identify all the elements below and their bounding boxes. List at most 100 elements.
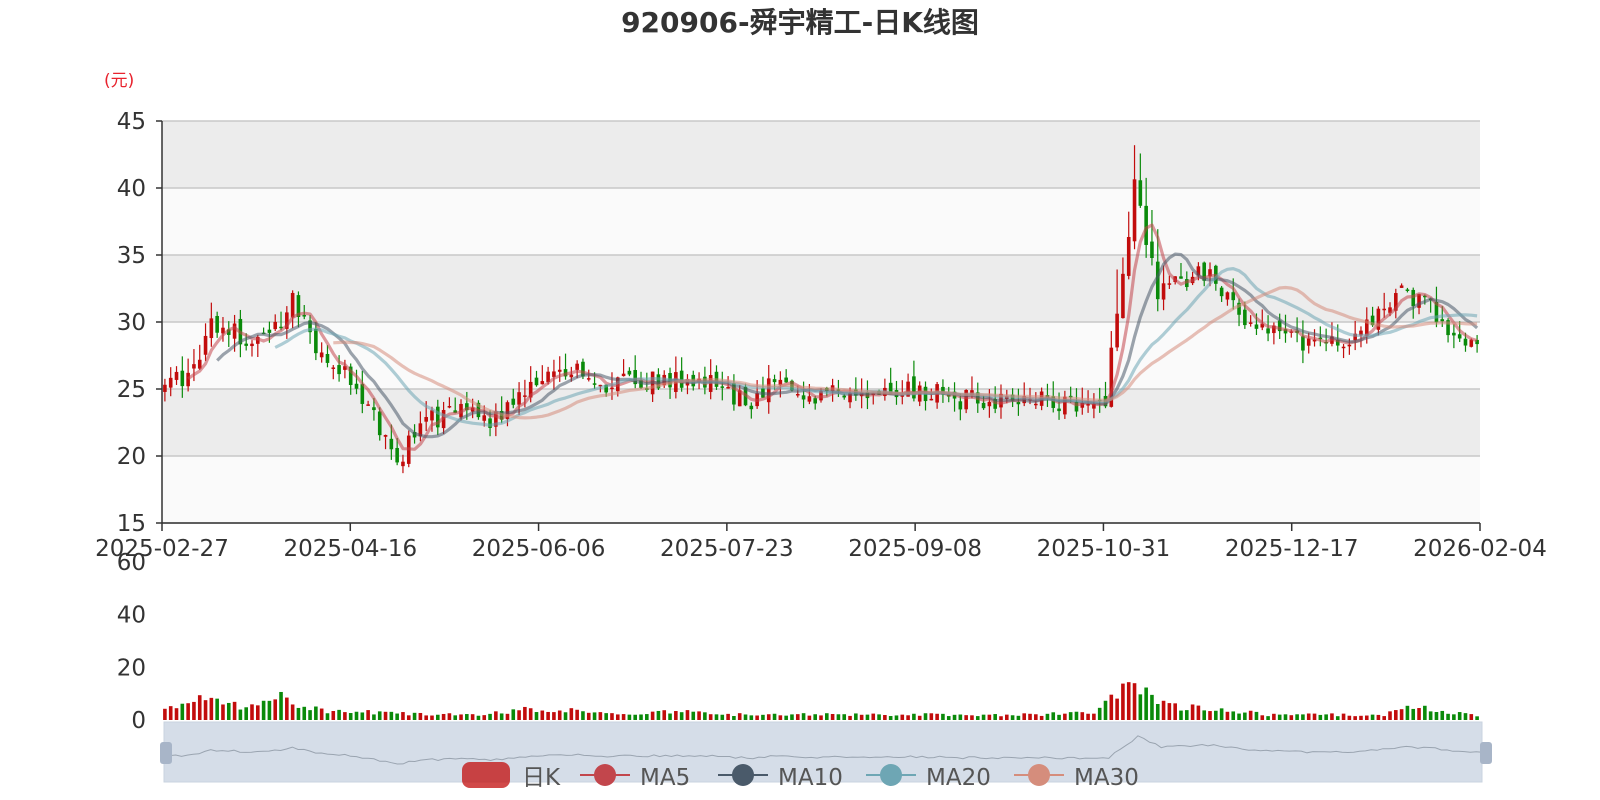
candle-body (319, 352, 324, 358)
volume-bar (1423, 705, 1427, 720)
volume-bar (465, 714, 469, 720)
volume-bar (749, 715, 754, 720)
candle-body (1132, 179, 1137, 242)
candle-body (772, 379, 777, 383)
x-tick-label: 2025-07-23 (660, 536, 794, 562)
candle-body (1452, 332, 1456, 336)
candle-body (174, 371, 179, 380)
volume-bar (801, 713, 806, 720)
candle-body (424, 417, 428, 422)
volume-bar (1202, 710, 1207, 720)
candle-body (523, 395, 527, 397)
candle-body (1301, 336, 1305, 351)
price-tick-label: 25 (117, 377, 146, 403)
candle-body (534, 377, 539, 386)
volume-bar (488, 713, 492, 720)
volume-bar (999, 716, 1003, 720)
candle-body (1167, 283, 1172, 285)
candle-body (958, 401, 963, 410)
slider-handle-left[interactable] (160, 742, 172, 764)
volume-bar (1353, 716, 1357, 720)
legend-label: MA5 (640, 765, 690, 791)
volume-bar (650, 711, 655, 720)
volume-bar (424, 715, 428, 720)
volume-bar (639, 714, 643, 720)
volume-bar (1306, 713, 1311, 720)
volume-bar (203, 700, 208, 720)
volume-bar (1295, 714, 1299, 720)
volume-bar (592, 712, 597, 720)
volume-bar (1219, 708, 1224, 720)
volume-bar (964, 715, 968, 720)
volume-bar (825, 713, 829, 720)
volume-bar (279, 691, 283, 720)
volume-bar (946, 716, 951, 720)
volume-bar (1086, 713, 1090, 720)
price-tick-label: 20 (117, 444, 146, 470)
volume-bar (261, 700, 266, 720)
x-tick-label: 2025-10-31 (1037, 536, 1171, 562)
candle-body (383, 434, 388, 437)
volume-bar (1022, 713, 1027, 720)
volume-y-axis: 0 20 40 60 (117, 550, 146, 734)
candle-body (592, 383, 597, 385)
x-tick-label: 2025-09-08 (848, 536, 982, 562)
candle-body (1034, 403, 1038, 406)
volume-bar (1394, 710, 1398, 720)
volume-bar (418, 712, 423, 720)
volume-bar (546, 711, 550, 720)
volume-bar (354, 711, 359, 720)
volume-bar (430, 715, 434, 720)
volume-bar (1440, 710, 1445, 720)
volume-bar (859, 714, 864, 720)
volume-bar (308, 710, 312, 720)
candle-body (1243, 309, 1247, 326)
candle-body (720, 386, 725, 388)
candle-body (447, 406, 452, 408)
price-tick-label: 35 (117, 243, 146, 269)
volume-bar (1335, 716, 1340, 720)
candle-body (1179, 276, 1183, 279)
candle-body (987, 401, 992, 407)
volume-bar (848, 715, 852, 720)
volume-bar (610, 713, 614, 720)
volume-bar (348, 713, 353, 720)
candle-body (331, 367, 336, 369)
volume-bar (830, 713, 835, 720)
candle-body (1405, 289, 1410, 291)
volume-bar (941, 713, 945, 720)
candle-body (1057, 408, 1061, 412)
legend-swatch-dot (594, 764, 616, 786)
price-band (162, 456, 1480, 523)
volume-bar (790, 714, 794, 720)
volume-bar (1034, 714, 1038, 720)
volume-bar (1341, 713, 1346, 720)
volume-bar (1283, 714, 1288, 720)
volume-bar (1161, 700, 1166, 720)
volume-bar (1289, 715, 1294, 720)
volume-bar (1237, 713, 1241, 720)
volume-bar (674, 711, 678, 720)
volume-bar (557, 710, 562, 720)
volume-bar (854, 713, 858, 720)
volume-bar (1004, 714, 1009, 720)
volume-bar (865, 714, 870, 720)
volume-bar (987, 714, 992, 720)
volume-bar (523, 706, 527, 720)
slider-handle-right[interactable] (1480, 742, 1492, 764)
volume-bar (1301, 714, 1305, 720)
candle-body (557, 369, 562, 372)
volume-bar (627, 714, 632, 720)
volume-bar (708, 714, 713, 720)
volume-bar (929, 713, 934, 720)
volume-bar (1190, 704, 1195, 720)
volume-bar (273, 699, 278, 720)
volume-bar (732, 716, 736, 720)
candle-body (1225, 292, 1230, 300)
volume-bar (778, 715, 783, 720)
candle-body (302, 315, 307, 317)
volume-bar (1010, 715, 1015, 720)
volume-bar (981, 714, 986, 720)
volume-bar (819, 715, 823, 720)
volume-bar (656, 710, 661, 720)
